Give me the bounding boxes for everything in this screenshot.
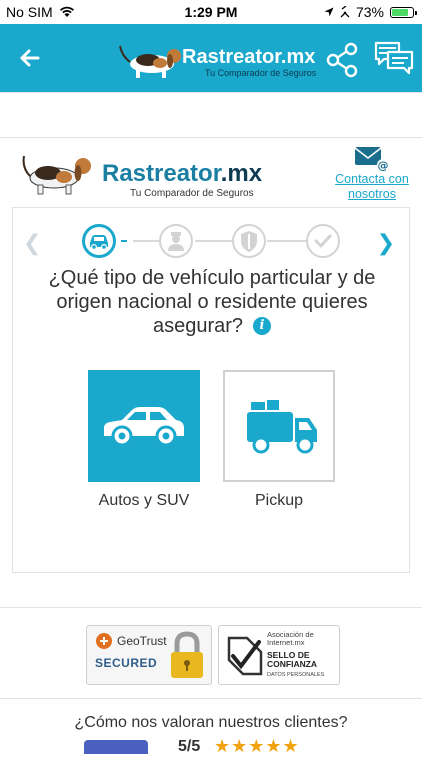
contact-label[interactable]: Contacta con nosotros bbox=[330, 172, 414, 202]
site-logo[interactable]: Rastreator.mx Tu Comparador de Seguros bbox=[20, 146, 262, 202]
shield-icon bbox=[241, 231, 257, 252]
info-icon[interactable]: i bbox=[253, 317, 272, 335]
divider bbox=[0, 698, 422, 699]
divider bbox=[0, 137, 422, 138]
truck-icon bbox=[247, 400, 317, 454]
divider bbox=[0, 607, 422, 608]
battery-percent: 73% bbox=[355, 4, 384, 20]
seal-check-icon bbox=[227, 636, 263, 676]
step-connector bbox=[195, 240, 233, 242]
step-driver[interactable] bbox=[159, 224, 193, 258]
location-icon bbox=[324, 7, 334, 17]
contact-link[interactable]: @ Contacta con nosotros bbox=[330, 146, 414, 202]
driver-icon bbox=[168, 232, 184, 251]
site-brand: Rastreator.mx bbox=[102, 160, 262, 188]
option-pickup[interactable] bbox=[223, 370, 335, 482]
car-icon bbox=[104, 407, 184, 447]
rating-score: 5/5 bbox=[178, 738, 201, 755]
check-icon bbox=[314, 234, 332, 248]
amipci-line2-text: Internet.mx bbox=[267, 638, 305, 647]
amipci-seal-badge[interactable]: Asociación de Internet.mx SELLO DE CONFIAN… bbox=[218, 625, 340, 685]
app-brand: Rastreator.mx bbox=[182, 46, 316, 68]
rating-question: ¿Cómo nos valoran nuestros clientes? bbox=[74, 714, 348, 731]
vehicle-type-card: ❮ ❯ ¿Qué tipo de vehículo particular y d… bbox=[12, 207, 410, 573]
option-autos-label[interactable]: Autos y SUV bbox=[74, 492, 214, 510]
basset-hound-logo bbox=[22, 155, 91, 195]
step-vehicle[interactable] bbox=[82, 224, 116, 258]
status-bar: No SIM 1:29 PM 73% bbox=[0, 0, 422, 24]
step-connector bbox=[121, 240, 127, 242]
battery-icon bbox=[390, 6, 417, 18]
chevron-right-icon[interactable]: ❯ bbox=[377, 230, 395, 256]
step-connector bbox=[133, 240, 161, 242]
app-tagline: Tu Comparador de Seguros bbox=[205, 68, 317, 78]
mail-icon: @ bbox=[354, 147, 389, 172]
brand-main: Rastreator bbox=[102, 160, 221, 187]
brand-suffix: .mx bbox=[220, 160, 263, 187]
divider bbox=[0, 92, 422, 93]
app-header: Rastreator.mx Tu Comparador de Seguros bbox=[0, 24, 422, 92]
site-tagline: Tu Comparador de Seguros bbox=[130, 188, 254, 199]
car-icon bbox=[90, 235, 108, 251]
geotrust-secured: SECURED bbox=[95, 656, 158, 670]
step-confirm[interactable] bbox=[306, 224, 340, 258]
amipci-line1: Asociación de Internet.mx bbox=[267, 631, 314, 647]
geotrust-title: GeoTrust bbox=[117, 634, 167, 648]
alarm-icon bbox=[340, 6, 350, 18]
amipci-seal-text: SELLO DE CONFIANZA bbox=[267, 651, 317, 669]
share-icon[interactable] bbox=[322, 40, 362, 80]
question-label: ¿Qué tipo de vehículo particular y de or… bbox=[48, 267, 376, 337]
geotrust-logo-icon bbox=[96, 633, 112, 649]
step-connector bbox=[267, 240, 307, 242]
status-right: 73% bbox=[324, 4, 417, 20]
chat-icon[interactable] bbox=[374, 40, 414, 76]
chevron-left-icon[interactable]: ❮ bbox=[23, 230, 41, 256]
rating-stars: ★★★★★ bbox=[214, 736, 300, 756]
padlock-icon bbox=[171, 631, 203, 678]
back-arrow-icon[interactable] bbox=[14, 42, 46, 74]
option-autos-suv[interactable] bbox=[88, 370, 200, 482]
option-pickup-label[interactable]: Pickup bbox=[209, 492, 349, 510]
amipci-seal2: CONFIANZA bbox=[267, 659, 318, 669]
review-platform-logo bbox=[84, 740, 148, 754]
svg-text:@: @ bbox=[378, 159, 389, 172]
amipci-small: DATOS PERSONALES bbox=[267, 672, 325, 678]
geotrust-badge[interactable]: GeoTrust SECURED bbox=[86, 625, 212, 685]
question-text: ¿Qué tipo de vehículo particular y de or… bbox=[21, 266, 403, 338]
step-coverage[interactable] bbox=[232, 224, 266, 258]
